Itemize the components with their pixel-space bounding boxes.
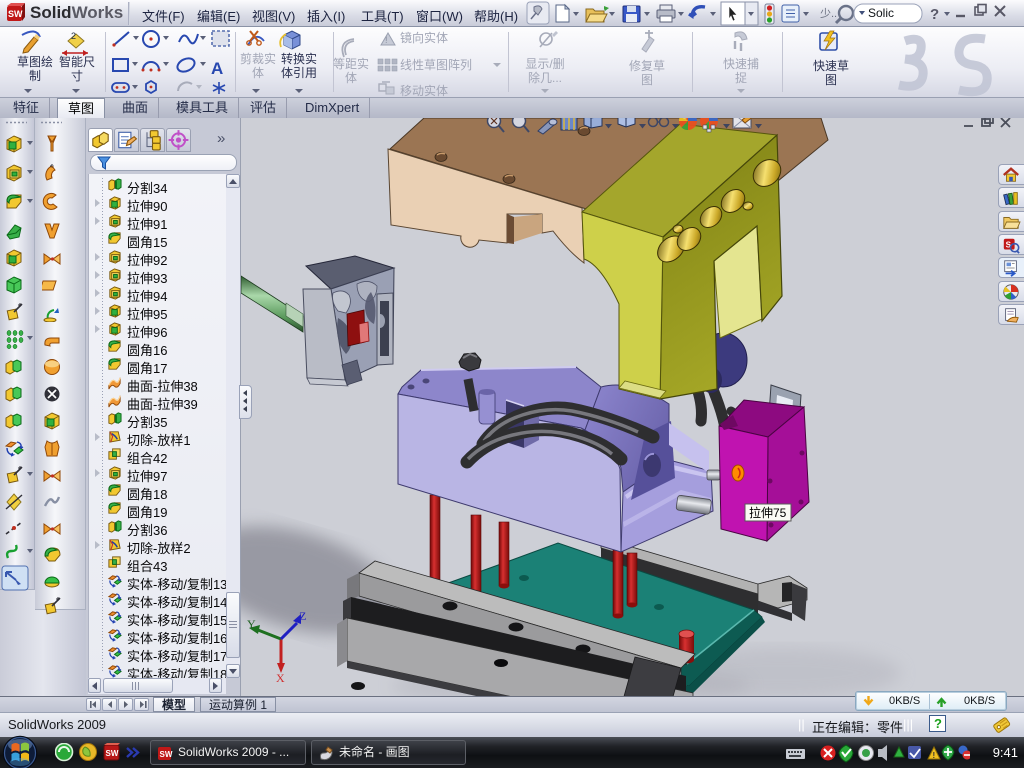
svg-text:SW: SW — [106, 749, 119, 758]
svg-text:!: ! — [933, 751, 936, 760]
svg-text:A: A — [211, 59, 223, 78]
svg-text:2: 2 — [71, 31, 76, 41]
svg-text:SW: SW — [8, 9, 23, 19]
svg-text:拉伸75: 拉伸75 — [749, 505, 787, 520]
svg-text:少..: 少.. — [820, 7, 837, 20]
svg-text:X: X — [276, 671, 285, 685]
svg-text:Solic: Solic — [868, 6, 894, 20]
svg-text:!: ! — [385, 35, 388, 45]
svg-text:Z: Z — [299, 609, 306, 623]
svg-text:Y: Y — [247, 617, 256, 631]
svg-text:?: ? — [930, 6, 939, 23]
svg-text:SW: SW — [160, 750, 173, 759]
